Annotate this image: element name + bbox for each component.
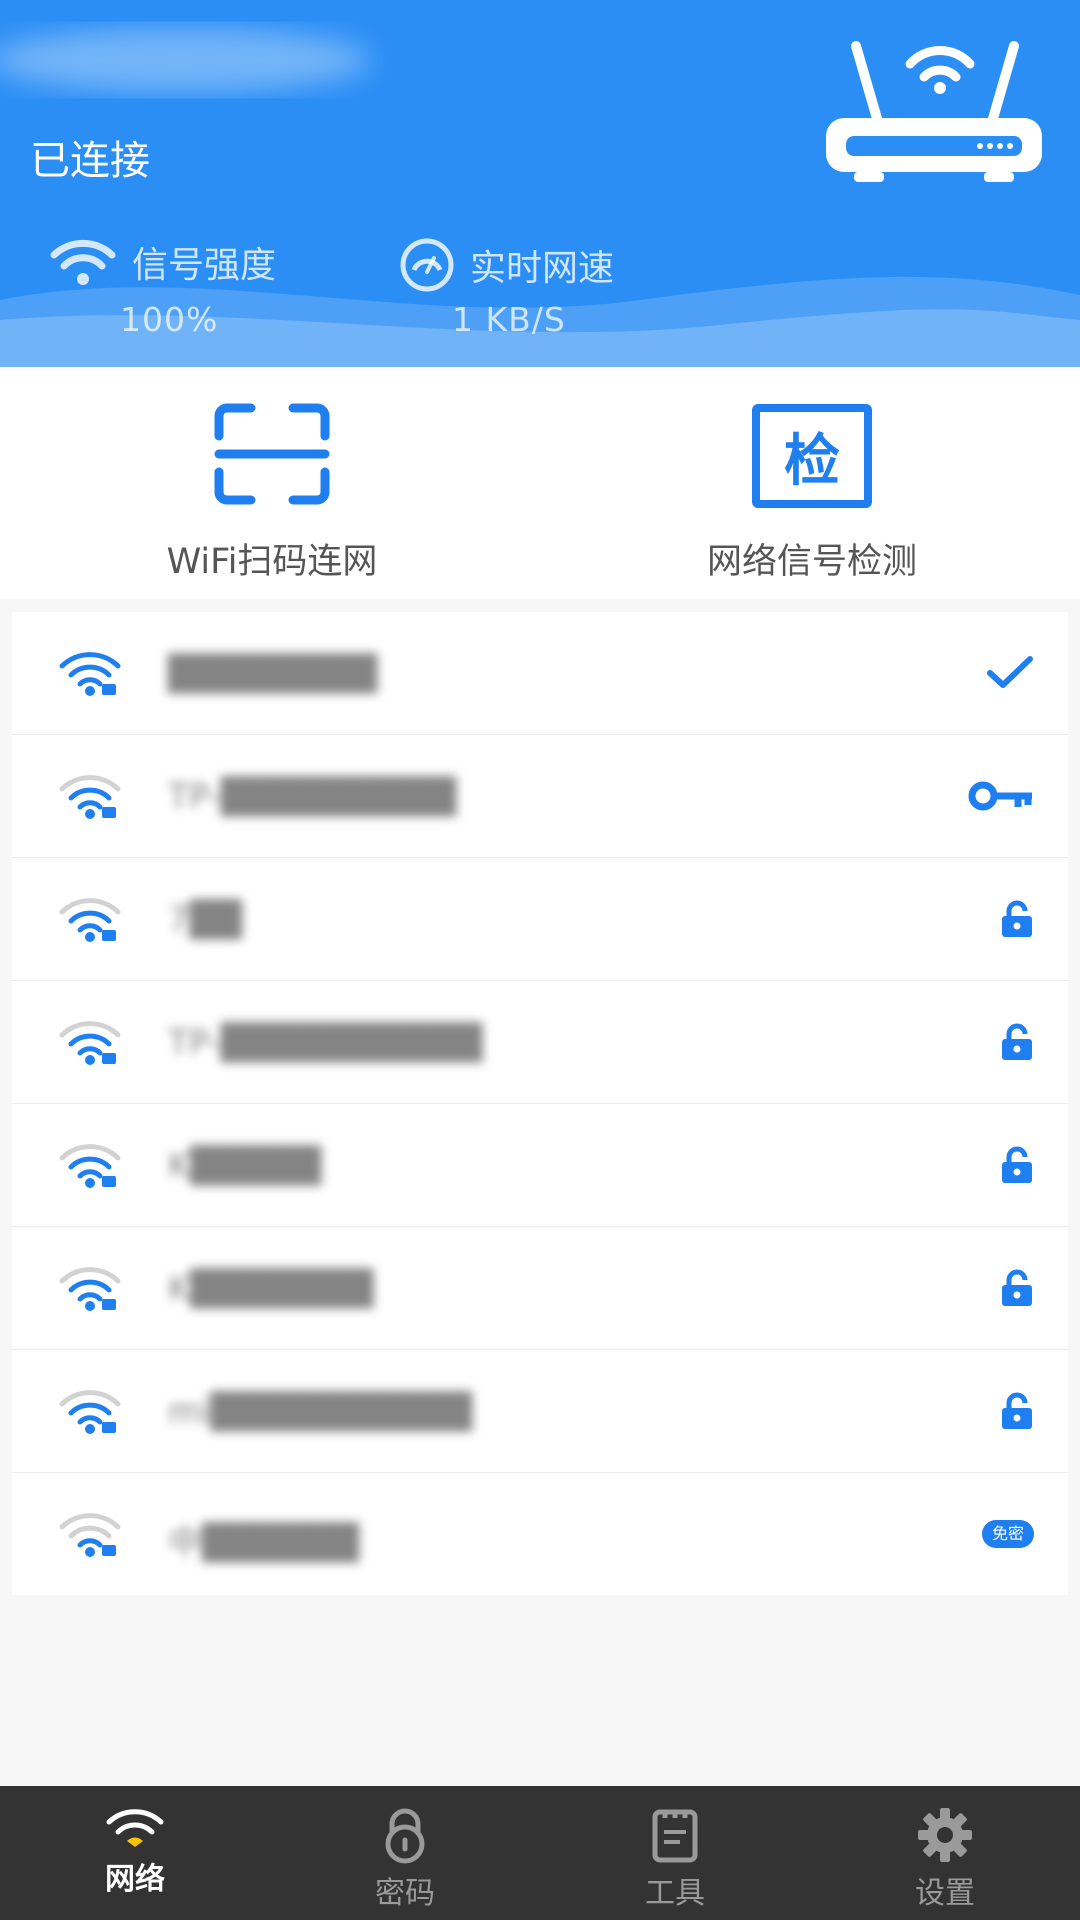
realtime-speed-label: 实时网速 [470, 248, 615, 289]
row-action[interactable] [1000, 858, 1034, 980]
detect-icon: 检 [752, 404, 872, 508]
realtime-speed-value: 1 KB/S [452, 300, 566, 339]
network-signal-detect-label: 网络信号检测 [706, 542, 917, 582]
scan-icon [214, 403, 330, 505]
wifi-network-row[interactable]: TP-██████████ [12, 981, 1068, 1104]
wifi-network-list: ████████ TP-█████████ 7██ TP-██████████ K███… [12, 612, 1068, 1595]
nav-label-settings: 设置 [915, 1876, 975, 1911]
password-free-badge: 免密 [981, 1520, 1034, 1548]
lock-icon [1002, 1023, 1032, 1060]
wifi-signal-icon [59, 1267, 121, 1311]
wifi-signal-icon [59, 775, 121, 819]
wifi-network-row[interactable]: mi██████████ [12, 1350, 1068, 1473]
wifi-signal-icon [59, 1513, 121, 1557]
lock-icon [1002, 1146, 1032, 1183]
signal-strength-value: 100% [120, 300, 219, 339]
row-action[interactable] [986, 612, 1034, 734]
wifi-ssid: 7██ [168, 900, 242, 940]
signal-strength-label: 信号强度 [132, 245, 277, 286]
bottom-navigation: 网络 密码 工具 设置 [0, 1786, 1080, 1920]
lock-icon [385, 1808, 425, 1864]
wifi-ssid: TP-██████████ [168, 1023, 483, 1063]
wifi-ssid: ████████ [168, 654, 378, 694]
wifi-network-row[interactable]: K█████ [12, 1104, 1068, 1227]
lock-icon [1002, 1392, 1032, 1429]
wifi-ssid: K███████ [168, 1269, 374, 1309]
wifi-scan-connect-button[interactable]: WiFi扫码连网 [72, 399, 472, 584]
connection-status: 已连接 [30, 138, 150, 184]
wifi-signal-icon [59, 1144, 121, 1188]
lock-icon [1002, 900, 1032, 937]
quick-actions: WiFi扫码连网 检 网络信号检测 [0, 367, 1080, 599]
detect-icon-glyph: 检 [784, 428, 840, 494]
clipboard-icon [652, 1809, 698, 1863]
wifi-ssid: mi██████████ [168, 1392, 473, 1432]
nav-label-password: 密码 [375, 1876, 435, 1911]
wifi-ssid: TP-█████████ [168, 777, 457, 817]
wifi-network-row[interactable]: K███████ [12, 1227, 1068, 1350]
signal-strength-metric: 信号强度 [48, 236, 276, 288]
network-signal-detect-button[interactable]: 检 网络信号检测 [612, 399, 1012, 584]
speedometer-icon [400, 238, 454, 292]
nav-item-network[interactable]: 网络 [0, 1786, 270, 1920]
gear-icon [918, 1808, 972, 1862]
nav-item-settings[interactable]: 设置 [810, 1786, 1080, 1920]
nav-item-password[interactable]: 密码 [270, 1786, 540, 1920]
check-icon [987, 656, 1033, 688]
row-action[interactable] [1000, 981, 1034, 1103]
wifi-signal-icon [50, 239, 116, 285]
nav-label-network: 网络 [105, 1862, 165, 1897]
wifi-signal-icon [59, 898, 121, 942]
lock-icon [1002, 1269, 1032, 1306]
wifi-ssid: K█████ [168, 1146, 322, 1186]
row-action[interactable] [1000, 1350, 1034, 1472]
wifi-network-row[interactable]: 7██ [12, 858, 1068, 981]
wifi-signal-icon [59, 1021, 121, 1065]
wifi-network-row[interactable]: ████████ [12, 612, 1068, 735]
wifi-network-row[interactable]: TP-█████████ [12, 735, 1068, 858]
row-action[interactable]: 免密 [981, 1473, 1034, 1595]
router-icon [826, 41, 1042, 182]
row-action[interactable] [968, 735, 1034, 857]
wifi-signal-icon [59, 652, 121, 696]
wifi-network-row[interactable]: 中██████ 免密 [12, 1473, 1068, 1595]
row-action[interactable] [1000, 1227, 1034, 1349]
wifi-signal-icon [59, 1390, 121, 1434]
key-icon [968, 781, 1032, 811]
nav-label-tools: 工具 [645, 1876, 705, 1911]
nav-item-tools[interactable]: 工具 [540, 1786, 810, 1920]
row-action[interactable] [1000, 1104, 1034, 1226]
header: 已连接 信号强度 100% 实时网速 1 KB/S [0, 0, 1080, 367]
realtime-speed-metric: 实时网速 [398, 236, 614, 294]
wifi-ssid: 中██████ [168, 1523, 359, 1563]
wifi-icon [106, 1809, 164, 1847]
wifi-scan-connect-label: WiFi扫码连网 [166, 542, 378, 582]
